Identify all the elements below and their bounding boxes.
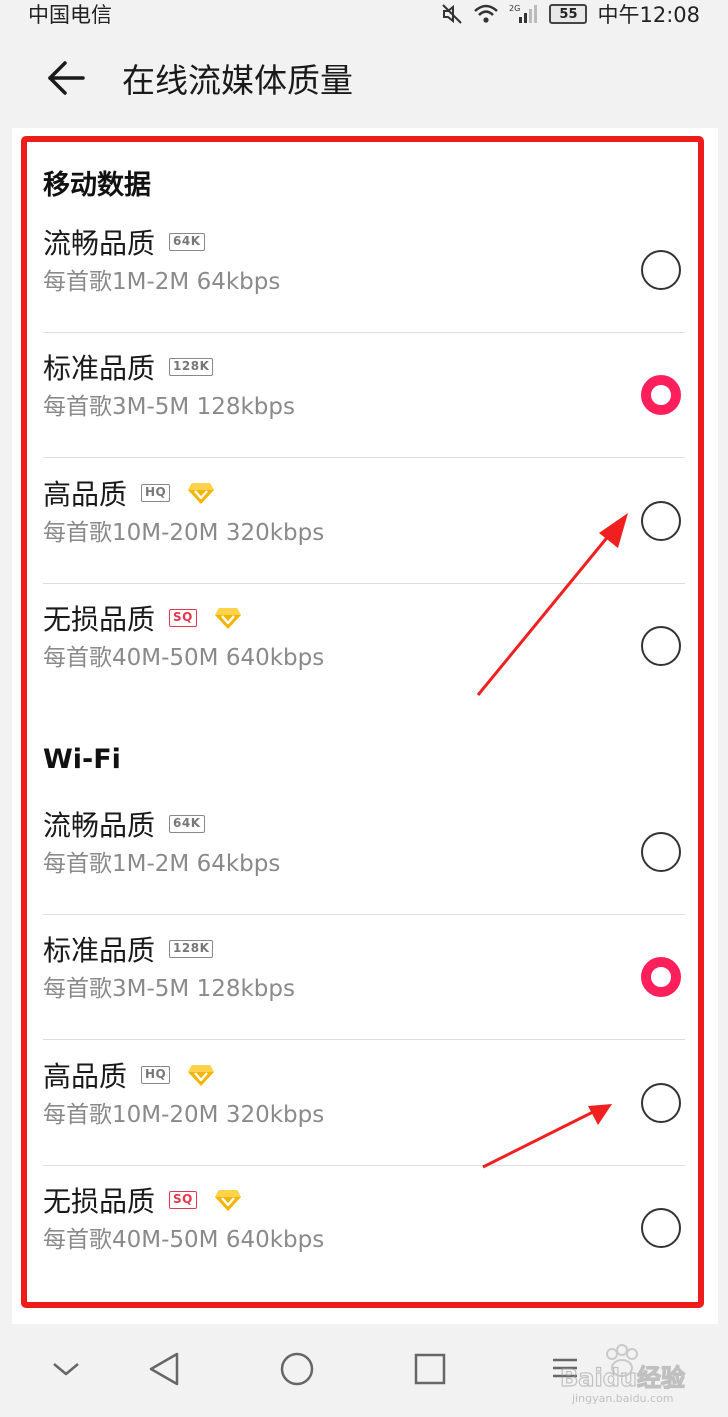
section-title-wifi: Wi-Fi <box>43 744 121 775</box>
option-description: 每首歌40M-50M 640kbps <box>43 1227 325 1253</box>
option-name-row: 无损品质 SQ <box>43 598 243 638</box>
vip-diamond-icon <box>186 1062 216 1088</box>
option-wifi-smooth[interactable]: 流畅品质 64K 每首歌1M-2M 64kbps <box>43 790 685 915</box>
option-wifi-standard[interactable]: 标准品质 128K 每首歌3M-5M 128kbps <box>43 915 685 1040</box>
radio-button[interactable] <box>641 250 681 290</box>
radio-button[interactable] <box>641 1208 681 1248</box>
option-description: 每首歌10M-20M 320kbps <box>43 520 325 546</box>
section-title-mobile-data: 移动数据 <box>43 170 151 201</box>
carrier-name: 中国电信 <box>28 3 112 27</box>
clock: 中午12:08 <box>597 3 700 27</box>
app-header: 在线流媒体质量 <box>0 28 728 128</box>
nav-menu-button[interactable] <box>540 1344 590 1394</box>
option-label: 标准品质 <box>43 934 156 967</box>
square-recents-icon <box>414 1353 446 1385</box>
option-label: 流畅品质 <box>43 227 156 260</box>
option-description: 每首歌1M-2M 64kbps <box>43 851 281 877</box>
quality-tag-hq: HQ <box>141 1066 171 1084</box>
option-label: 流畅品质 <box>43 809 156 842</box>
option-label: 无损品质 <box>43 603 156 636</box>
status-bar: 中国电信 2G 55 中午12:08 <box>0 0 728 28</box>
quality-tag-128k: 128K <box>169 940 214 958</box>
divider <box>43 1039 685 1040</box>
option-description: 每首歌10M-20M 320kbps <box>43 1102 325 1128</box>
option-mobile-lossless[interactable]: 无损品质 SQ 每首歌40M-50M 640kbps <box>43 584 685 709</box>
option-name-row: 高品质 HQ <box>43 473 216 513</box>
mute-icon <box>441 3 463 25</box>
vip-diamond-icon <box>213 605 243 631</box>
network-type: 2G <box>509 4 520 13</box>
quality-tag-hq: HQ <box>141 484 171 502</box>
option-name-row: 标准品质 128K <box>43 347 214 387</box>
option-name-row: 标准品质 128K <box>43 929 214 969</box>
option-mobile-smooth[interactable]: 流畅品质 64K 每首歌1M-2M 64kbps <box>43 208 685 333</box>
nav-back-button[interactable] <box>139 1344 189 1394</box>
option-description: 每首歌40M-50M 640kbps <box>43 645 325 671</box>
radio-button[interactable] <box>641 832 681 872</box>
option-wifi-lossless[interactable]: 无损品质 SQ 每首歌40M-50M 640kbps <box>43 1166 685 1291</box>
option-label: 高品质 <box>43 1060 128 1093</box>
option-label: 无损品质 <box>43 1185 156 1218</box>
radio-button-selected[interactable] <box>641 375 681 415</box>
quality-tag-sq: SQ <box>169 609 197 627</box>
option-description: 每首歌1M-2M 64kbps <box>43 269 281 295</box>
battery-icon: 55 <box>549 4 588 24</box>
circle-home-icon <box>280 1352 314 1386</box>
option-name-row: 流畅品质 64K <box>43 222 205 262</box>
wifi-icon <box>473 3 499 25</box>
nav-home-button[interactable] <box>272 1344 322 1394</box>
option-mobile-standard[interactable]: 标准品质 128K 每首歌3M-5M 128kbps <box>43 333 685 458</box>
quality-tag-128k: 128K <box>169 358 214 376</box>
radio-button[interactable] <box>641 626 681 666</box>
quality-tag-64k: 64K <box>169 815 205 833</box>
option-wifi-high[interactable]: 高品质 HQ 每首歌10M-20M 320kbps <box>43 1041 685 1166</box>
cell-signal-icon: 2G <box>509 3 539 25</box>
option-name-row: 高品质 HQ <box>43 1055 216 1095</box>
back-button[interactable] <box>26 38 106 118</box>
quality-tag-64k: 64K <box>169 233 205 251</box>
option-name-row: 无损品质 SQ <box>43 1180 243 1220</box>
nav-recents-button[interactable] <box>405 1344 455 1394</box>
system-nav-bar <box>0 1324 728 1417</box>
quality-tag-sq: SQ <box>169 1191 197 1209</box>
radio-button-selected[interactable] <box>641 957 681 997</box>
page-title: 在线流媒体质量 <box>122 61 353 100</box>
option-mobile-high[interactable]: 高品质 HQ 每首歌10M-20M 320kbps <box>43 459 685 584</box>
vip-diamond-icon <box>213 1187 243 1213</box>
menu-lines-icon <box>553 1358 577 1378</box>
back-arrow-icon <box>48 61 85 95</box>
divider <box>43 457 685 458</box>
option-label: 标准品质 <box>43 352 156 385</box>
option-label: 高品质 <box>43 478 128 511</box>
option-name-row: 流畅品质 64K <box>43 804 205 844</box>
radio-button[interactable] <box>641 1083 681 1123</box>
vip-diamond-icon <box>186 480 216 506</box>
radio-button[interactable] <box>641 501 681 541</box>
chevron-down-icon <box>53 1363 79 1376</box>
status-icons: 2G 55 中午12:08 <box>441 0 700 29</box>
nav-hide-button[interactable] <box>41 1344 91 1394</box>
option-description: 每首歌3M-5M 128kbps <box>43 976 295 1002</box>
option-description: 每首歌3M-5M 128kbps <box>43 394 295 420</box>
triangle-back-icon <box>149 1352 179 1386</box>
